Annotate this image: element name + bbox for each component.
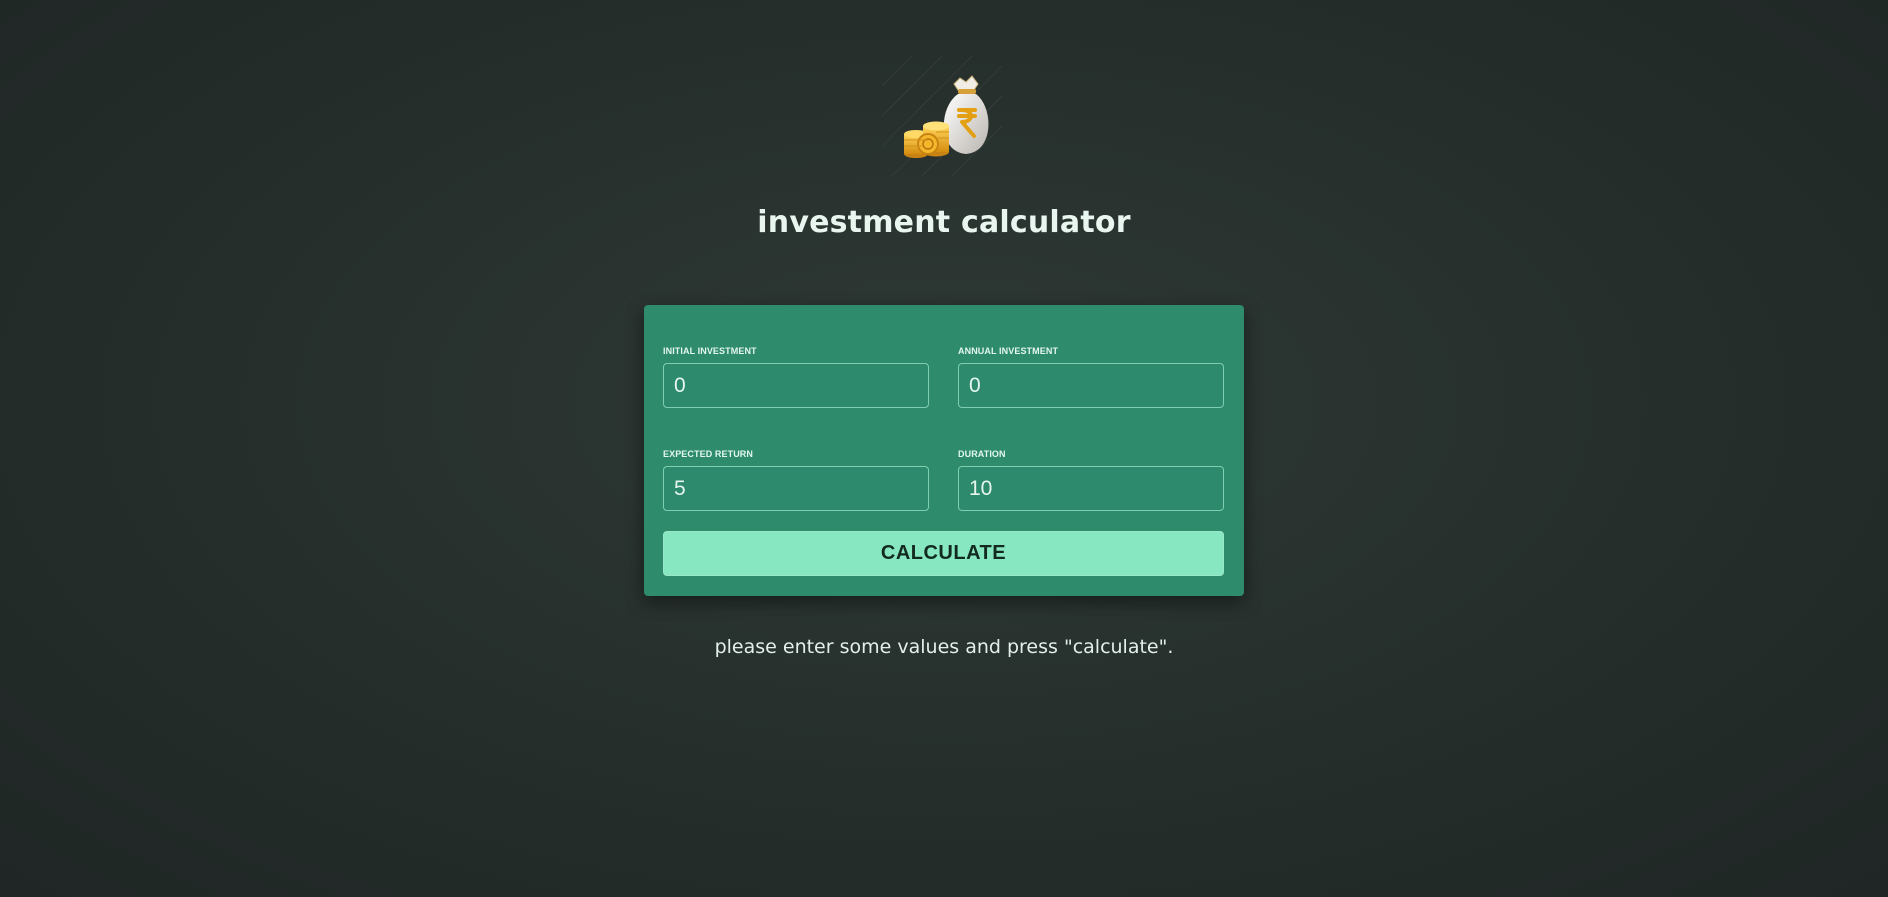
investment-form: INITIAL INVESTMENT ANNUAL INVESTMENT EXP… (644, 305, 1244, 596)
initial-investment-input[interactable] (663, 363, 929, 408)
expected-return-input[interactable] (663, 466, 929, 511)
expected-return-field: EXPECTED RETURN (663, 448, 929, 511)
rupee-money-bag-icon (881, 55, 1006, 180)
expected-return-label: EXPECTED RETURN (663, 449, 754, 459)
annual-investment-label: ANNUAL INVESTMENT (958, 346, 1059, 356)
calculate-button[interactable]: CALCULATE (663, 531, 1224, 576)
annual-investment-input[interactable] (958, 363, 1224, 408)
initial-investment-field: INITIAL INVESTMENT (663, 345, 929, 408)
annual-investment-field: ANNUAL INVESTMENT (958, 345, 1224, 408)
initial-investment-label: INITIAL INVESTMENT (663, 346, 757, 356)
duration-field: DURATION (958, 448, 1224, 511)
status-message: please enter some values and press "calc… (714, 636, 1174, 658)
page-title: investment calculator (757, 205, 1131, 240)
duration-label: DURATION (958, 449, 1006, 459)
duration-input[interactable] (958, 466, 1224, 511)
